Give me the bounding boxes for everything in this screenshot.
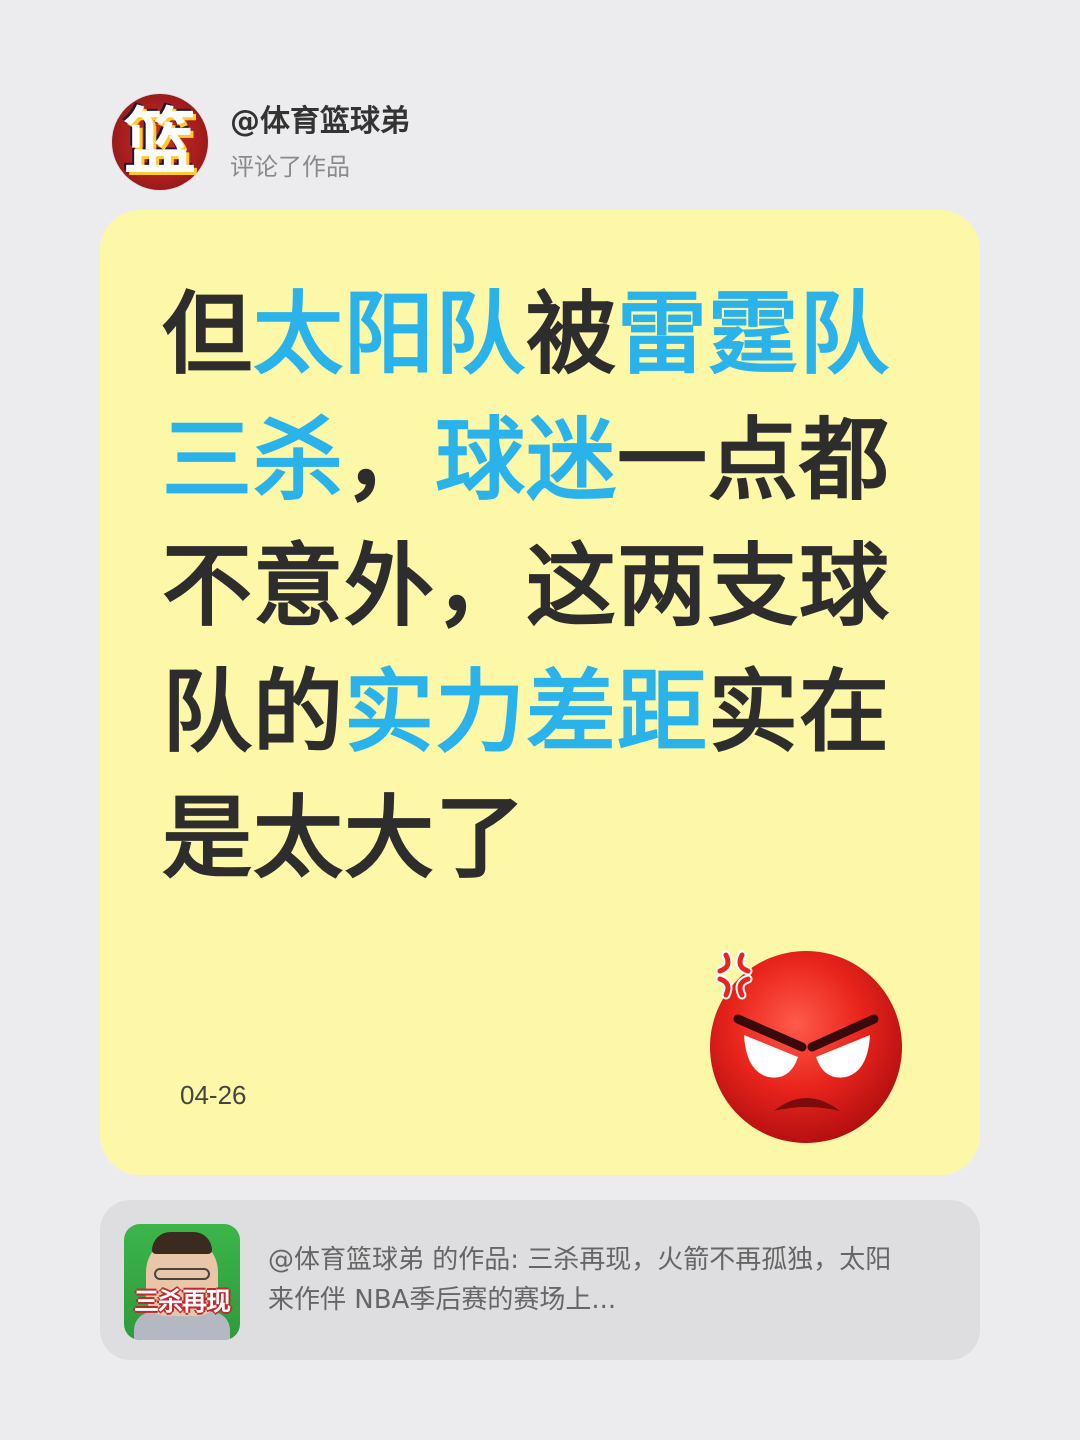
header-text: @体育篮球弟 评论了作品 (230, 102, 410, 182)
comment-header: 篮 @体育篮球弟 评论了作品 (112, 92, 410, 192)
username[interactable]: @体育篮球弟 (230, 102, 410, 142)
action-label: 评论了作品 (230, 153, 350, 181)
thumbnail-glasses (154, 1268, 210, 1280)
linked-post-text[interactable]: @体育篮球弟 的作品: 三杀再现，火箭不再孤独，太阳来作伴 NBA季后赛的赛场上… (268, 1240, 908, 1320)
comment-text-segment: 但 (162, 282, 253, 387)
thumbnail-hair (152, 1232, 212, 1254)
thumbnail-caption: 三杀再现 (133, 1287, 231, 1316)
comment-text: 但太阳队被雷霆队三杀，球迷一点都不意外，这两支球队的实力差距实在是太大了 (162, 272, 942, 902)
avatar[interactable]: 篮 (112, 94, 208, 190)
comment-date: 04-26 (180, 1080, 247, 1110)
angry-face-icon (710, 950, 902, 1143)
comment-text-segment: 被 (526, 282, 617, 387)
comment-card: 但太阳队被雷霆队三杀，球迷一点都不意外，这两支球队的实力差距实在是太大了 04-… (100, 210, 980, 1175)
comment-text-segment: ， (344, 408, 435, 513)
highlighted-text: 球迷 (435, 408, 617, 513)
avatar-logo: 篮 (123, 100, 196, 184)
highlighted-text: 太阳队 (253, 282, 526, 387)
highlighted-text: 实力差距 (344, 660, 708, 765)
linked-post-card[interactable]: 三杀再现 @体育篮球弟 的作品: 三杀再现，火箭不再孤独，太阳来作伴 NBA季后… (100, 1200, 980, 1360)
post-thumbnail[interactable]: 三杀再现 (124, 1224, 240, 1340)
